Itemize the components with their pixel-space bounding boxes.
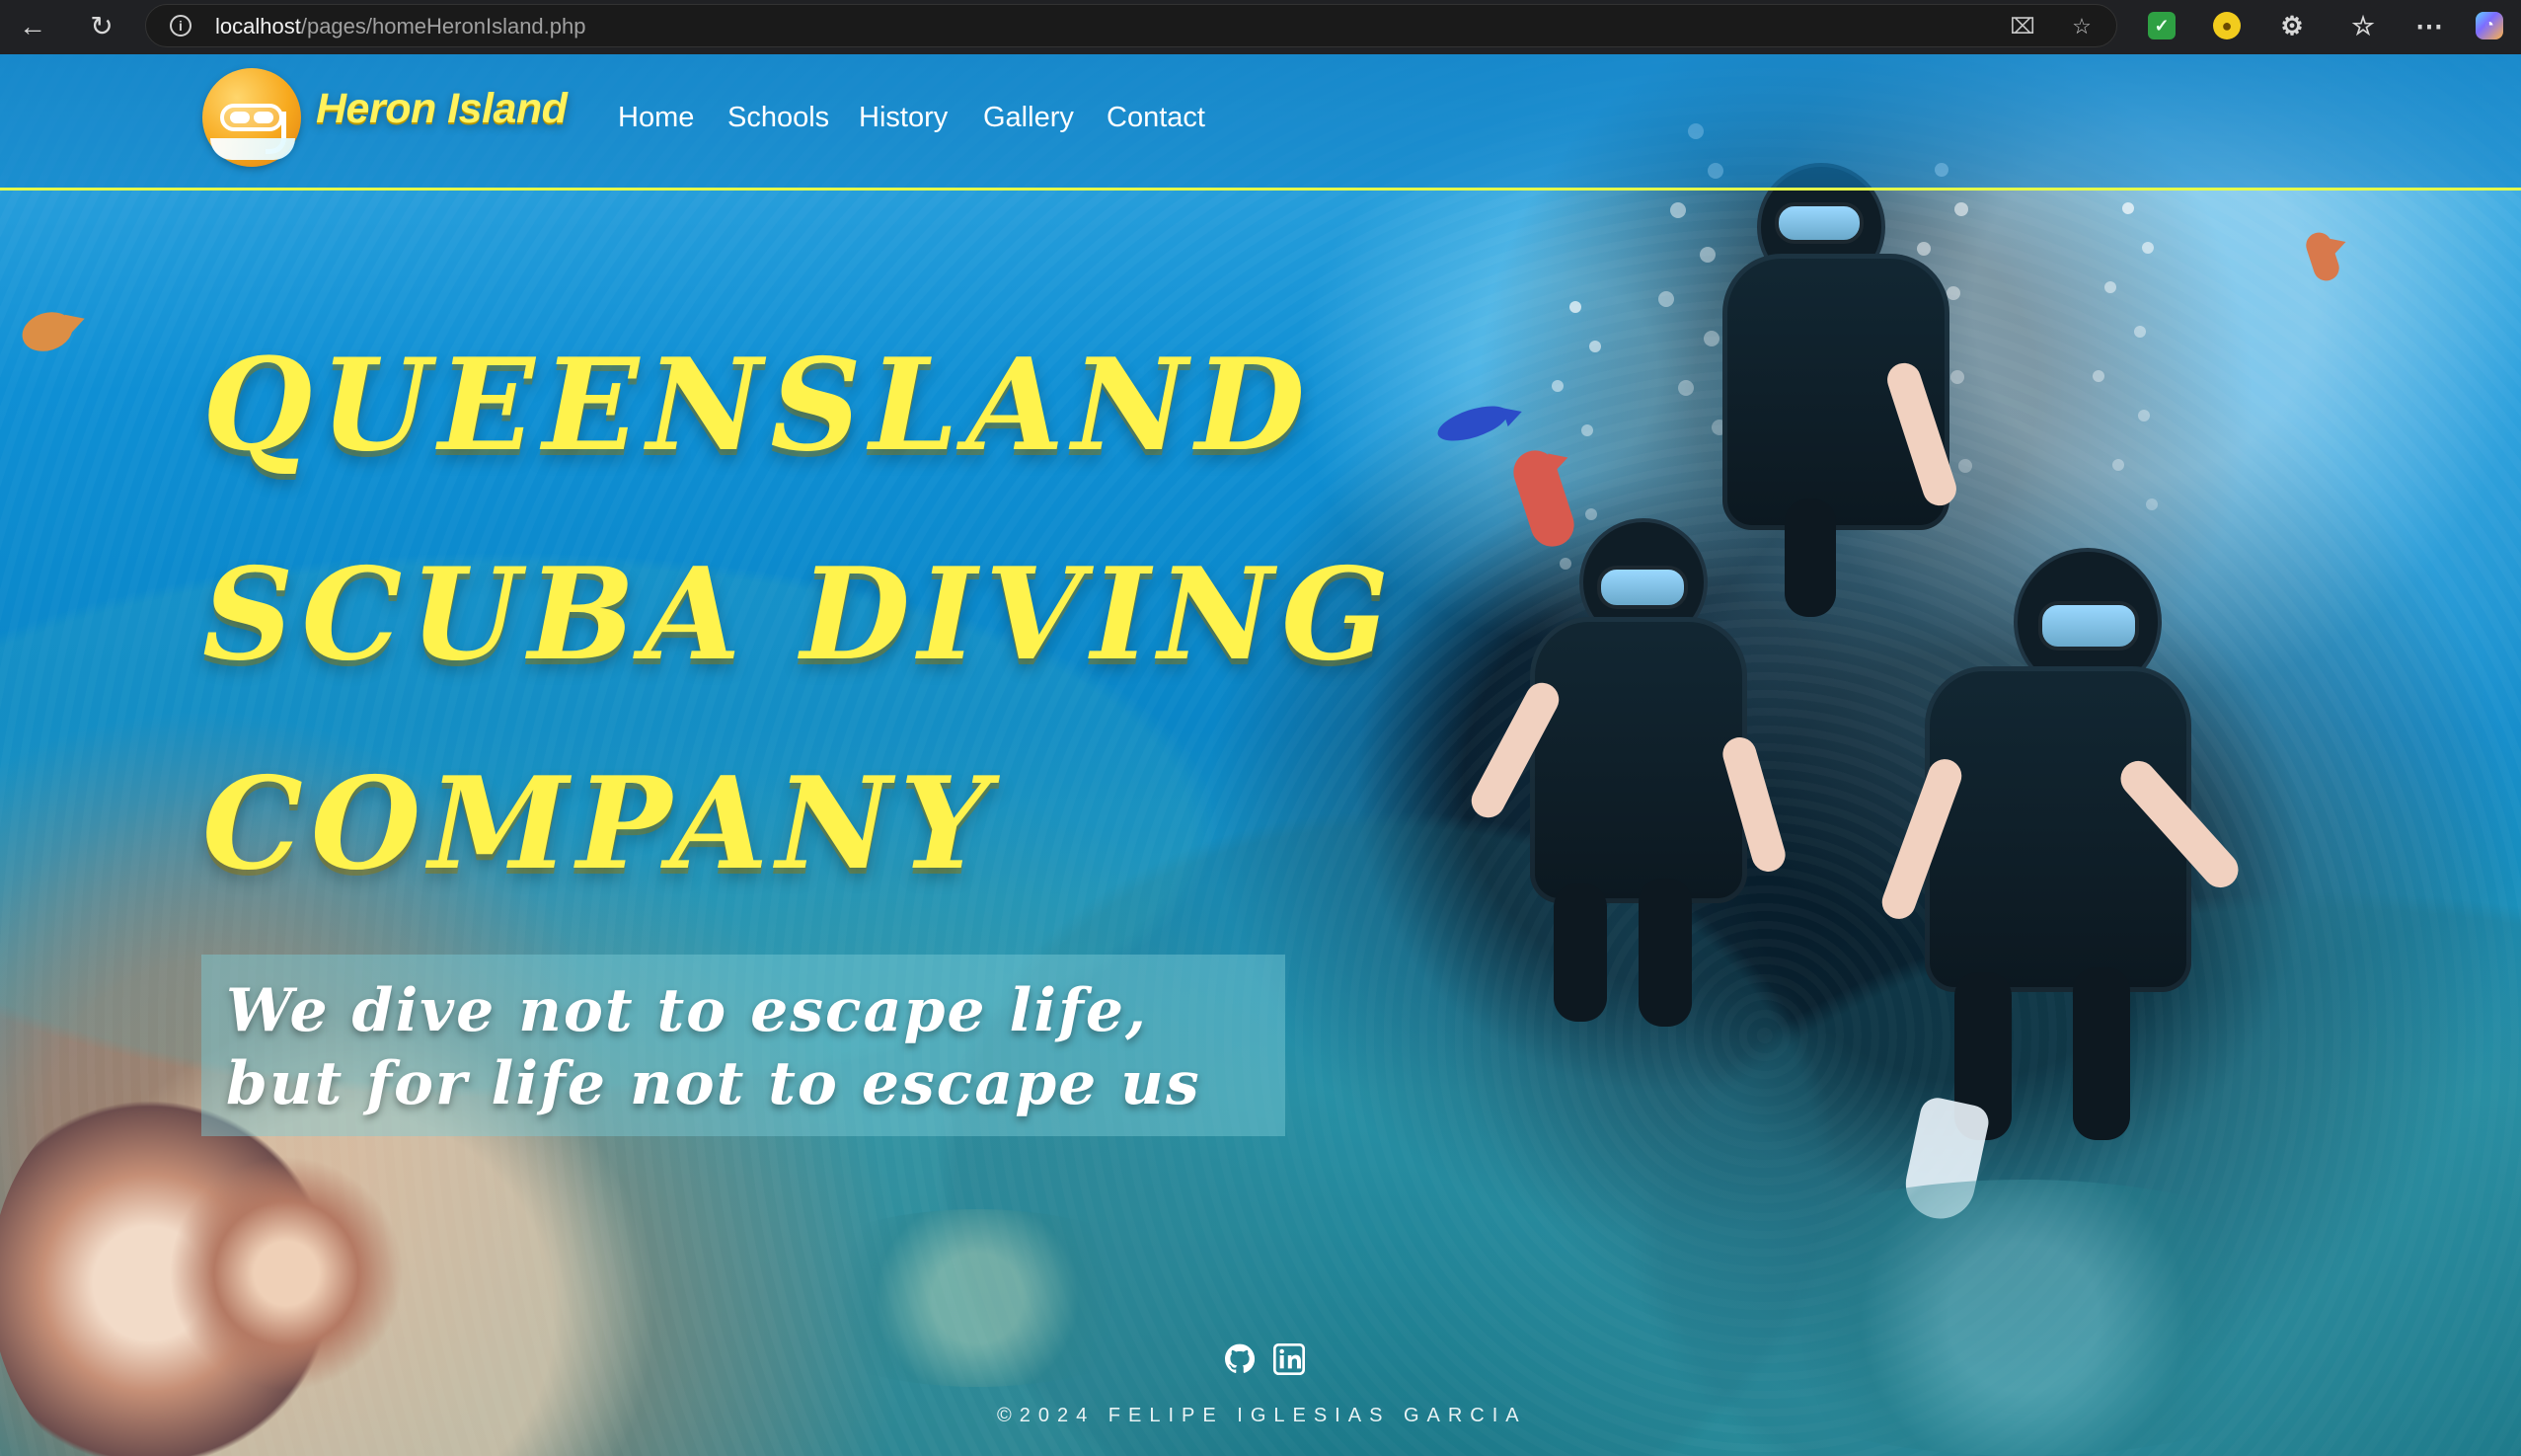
install-app-icon[interactable]: ⌧ [2010, 14, 2035, 39]
nav-history-link[interactable]: History [859, 102, 948, 134]
social-links [1224, 1343, 1305, 1379]
url-path: /pages/homeHeronIsland.php [300, 14, 586, 38]
footer-copyright: ©2024 FELIPE IGLESIAS GARCIA [997, 1405, 1527, 1426]
hero-quote-line: but for life not to escape us [226, 1049, 1201, 1118]
site-logo[interactable] [202, 68, 305, 171]
back-arrow-icon[interactable]: ← [18, 12, 47, 41]
github-icon[interactable] [1224, 1343, 1256, 1375]
url-text[interactable]: localhost/pages/homeHeronIsland.php [215, 14, 586, 39]
page-viewport: Heron Island Home Schools History Galler… [0, 54, 2521, 1456]
nav-gallery-link[interactable]: Gallery [983, 102, 1074, 134]
nav-contact-link[interactable]: Contact [1107, 102, 1205, 134]
browser-chrome: ← ↻ i localhost/pages/homeHeronIsland.ph… [0, 0, 2521, 54]
bubble-column [2122, 202, 2134, 214]
hero-title-line: QUEENSLAND [202, 332, 1313, 480]
brand-name[interactable]: Heron Island [316, 85, 568, 133]
hero-quote-box: We dive not to escape life, but for life… [201, 955, 1285, 1136]
fish-image [17, 305, 78, 358]
wave-icon [210, 138, 295, 160]
coral-left [128, 1150, 444, 1397]
linkedin-icon[interactable] [1273, 1343, 1305, 1375]
diver-right [1836, 548, 2270, 1225]
hero-quote-line: We dive not to escape life, [226, 976, 1148, 1045]
nav-schools-link[interactable]: Schools [727, 102, 829, 134]
puzzle-icon[interactable]: ⚙ [2278, 11, 2306, 40]
nav-home-link[interactable]: Home [618, 102, 694, 134]
info-icon[interactable]: i [170, 15, 191, 37]
coral-middle [770, 1209, 1184, 1387]
green-check-extension-icon[interactable]: ✓ [2148, 12, 2176, 39]
hero-title-line: COMPANY [202, 750, 998, 898]
hero-title-line: SCUBA DIVING [202, 541, 1398, 689]
reload-icon[interactable]: ↻ [87, 12, 116, 41]
address-bar[interactable]: i localhost/pages/homeHeronIsland.php ⌧ … [145, 4, 2117, 47]
fish-image [2302, 229, 2343, 284]
hero-title: QUEENSLAND SCUBA DIVING COMPANY [202, 301, 1604, 929]
site-navbar: Heron Island Home Schools History Galler… [0, 54, 2521, 191]
yellow-extension-icon[interactable]: ● [2213, 12, 2241, 39]
url-host: localhost [215, 14, 301, 38]
more-icon[interactable]: ⋯ [2415, 11, 2443, 41]
coral-right [1678, 1180, 2369, 1456]
copilot-icon[interactable]: ◔ [2476, 12, 2503, 39]
favorite-star-icon[interactable]: ☆ [2069, 14, 2095, 39]
favorites-icon[interactable]: ☆ [2349, 11, 2377, 40]
